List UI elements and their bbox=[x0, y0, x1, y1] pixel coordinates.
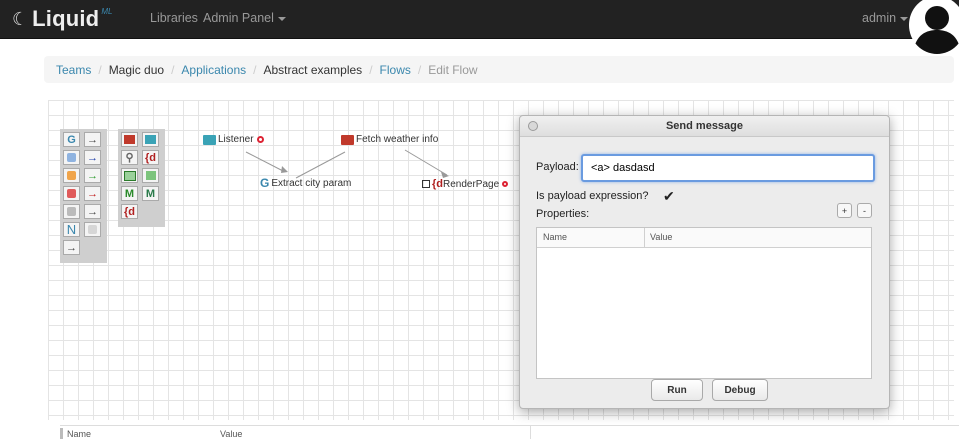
top-navbar: ☾ Liquid ML Libraries Admin Panel admin bbox=[0, 0, 959, 54]
node-label: Listener bbox=[218, 134, 254, 145]
remove-property-button[interactable]: - bbox=[857, 203, 872, 218]
red-gear-icon bbox=[67, 189, 76, 198]
palette-tool-template[interactable]: {d bbox=[142, 150, 159, 165]
payload-expression-checkbox[interactable]: ✔ bbox=[663, 188, 675, 205]
palette-tool-n[interactable]: N bbox=[63, 222, 80, 237]
palette-tool-search[interactable]: ⚲ bbox=[121, 150, 138, 165]
flow-node-fetch-weather[interactable]: Fetch weather info bbox=[341, 134, 438, 145]
palette-tool-light[interactable] bbox=[84, 222, 101, 237]
brand-logo[interactable]: ☾ Liquid ML bbox=[12, 6, 112, 32]
palette-tool-m-teal[interactable]: M bbox=[142, 186, 159, 201]
node-label: RenderPage bbox=[443, 178, 500, 190]
breadcrumb-applications[interactable]: Applications bbox=[181, 63, 246, 77]
properties-table[interactable]: Name Value bbox=[536, 227, 872, 379]
nav-libraries[interactable]: Libraries bbox=[150, 11, 198, 25]
http-teal-icon bbox=[145, 135, 156, 144]
node-label: Extract city param bbox=[271, 177, 352, 189]
send-message-dialog: Send message Payload: <a> dasdasd Is pay… bbox=[519, 115, 890, 409]
user-name: admin bbox=[862, 11, 897, 25]
resize-handle[interactable] bbox=[60, 428, 63, 439]
palette-tool-m-green[interactable]: M bbox=[121, 186, 138, 201]
breadcrumb-separator: / bbox=[171, 62, 175, 77]
palette-tool-arrow-blue[interactable]: → bbox=[84, 150, 101, 165]
column-name[interactable]: Name bbox=[543, 232, 567, 242]
chevron-down-icon bbox=[277, 16, 286, 21]
bottom-properties-table: Name Value bbox=[60, 425, 959, 439]
avatar[interactable] bbox=[909, 0, 959, 54]
palette-tool-arrow-gray[interactable]: → bbox=[84, 132, 101, 147]
breadcrumb-teams[interactable]: Teams bbox=[56, 63, 91, 77]
node-label: Fetch weather info bbox=[356, 134, 439, 145]
user-menu[interactable]: admin bbox=[862, 11, 909, 25]
template-icon: {d bbox=[432, 178, 443, 190]
flow-node-listener[interactable]: Listener bbox=[203, 134, 264, 145]
user-silhouette-icon bbox=[913, 6, 959, 54]
properties-table-header: Name Value bbox=[537, 228, 871, 248]
orange-gear-icon bbox=[67, 171, 76, 180]
palette-tool-arrow-green[interactable]: → bbox=[84, 168, 101, 183]
node-port-icon[interactable] bbox=[256, 136, 264, 143]
payload-expression-label: Is payload expression? bbox=[536, 190, 649, 202]
palette-tool-http-teal[interactable] bbox=[142, 132, 159, 147]
node-handle-icon bbox=[422, 180, 430, 188]
palette-tool-arrow-red[interactable]: → bbox=[84, 186, 101, 201]
http-red-icon bbox=[124, 135, 135, 144]
http-teal-icon bbox=[203, 134, 216, 145]
payload-input[interactable]: <a> dasdasd bbox=[581, 154, 875, 182]
liquid-swirl-icon: ☾ bbox=[12, 9, 29, 29]
palette-tool-http-red[interactable] bbox=[121, 132, 138, 147]
properties-label: Properties: bbox=[536, 208, 590, 220]
nav-admin-panel-label: Admin Panel bbox=[203, 11, 274, 25]
gray-gear-icon bbox=[67, 207, 76, 216]
g-icon: G bbox=[260, 176, 270, 190]
breadcrumb: Teams / Magic duo / Applications / Abstr… bbox=[44, 56, 954, 83]
palette-tool-red[interactable] bbox=[63, 186, 80, 201]
run-button[interactable]: Run bbox=[651, 379, 703, 401]
breadcrumb-edit-flow: Edit Flow bbox=[428, 62, 478, 77]
chevron-down-icon bbox=[900, 16, 909, 21]
breadcrumb-magic-duo[interactable]: Magic duo bbox=[109, 63, 164, 77]
dialog-titlebar[interactable]: Send message bbox=[520, 116, 889, 137]
monitor-icon bbox=[123, 170, 136, 181]
palette-tool-g[interactable]: G bbox=[63, 132, 80, 147]
breadcrumb-separator: / bbox=[417, 62, 422, 77]
light-gear-icon bbox=[88, 225, 97, 234]
breadcrumb-separator: / bbox=[253, 62, 257, 77]
breadcrumb-separator: / bbox=[98, 62, 102, 77]
sql-icon bbox=[145, 171, 156, 180]
palette-tool-monitor[interactable] bbox=[121, 168, 138, 183]
column-divider bbox=[530, 426, 531, 439]
palette-tool-arrow-plain[interactable]: → bbox=[63, 240, 80, 255]
payload-label: Payload: bbox=[536, 161, 579, 173]
magnifier-icon: ⚲ bbox=[125, 152, 134, 164]
breadcrumb-separator: / bbox=[369, 62, 373, 77]
brand-superscript: ML bbox=[101, 7, 113, 16]
debug-button[interactable]: Debug bbox=[712, 379, 768, 401]
flow-node-extract-city[interactable]: G Extract city param bbox=[260, 176, 351, 190]
breadcrumb-flows[interactable]: Flows bbox=[380, 63, 411, 77]
palette-tool-sql[interactable] bbox=[142, 168, 159, 183]
palette-tool-orange[interactable] bbox=[63, 168, 80, 183]
breadcrumb-abstract-examples[interactable]: Abstract examples bbox=[263, 63, 362, 77]
brand-name: Liquid bbox=[32, 6, 100, 31]
palette-tool-blue[interactable] bbox=[63, 150, 80, 165]
palette-tool-template-2[interactable]: {d bbox=[121, 204, 138, 219]
column-value[interactable]: Value bbox=[650, 232, 672, 242]
nav-admin-panel[interactable]: Admin Panel bbox=[203, 11, 286, 25]
palette-tool-arrow-dark[interactable]: → bbox=[84, 204, 101, 219]
flow-node-render-page[interactable]: {d RenderPage bbox=[422, 178, 509, 190]
add-property-button[interactable]: + bbox=[837, 203, 852, 218]
dialog-title: Send message bbox=[665, 120, 744, 132]
palette-tool-gray[interactable] bbox=[63, 204, 80, 219]
blue-gear-icon bbox=[67, 153, 76, 162]
column-divider bbox=[644, 228, 645, 247]
http-red-icon bbox=[341, 134, 354, 145]
node-port-icon[interactable] bbox=[502, 181, 509, 187]
